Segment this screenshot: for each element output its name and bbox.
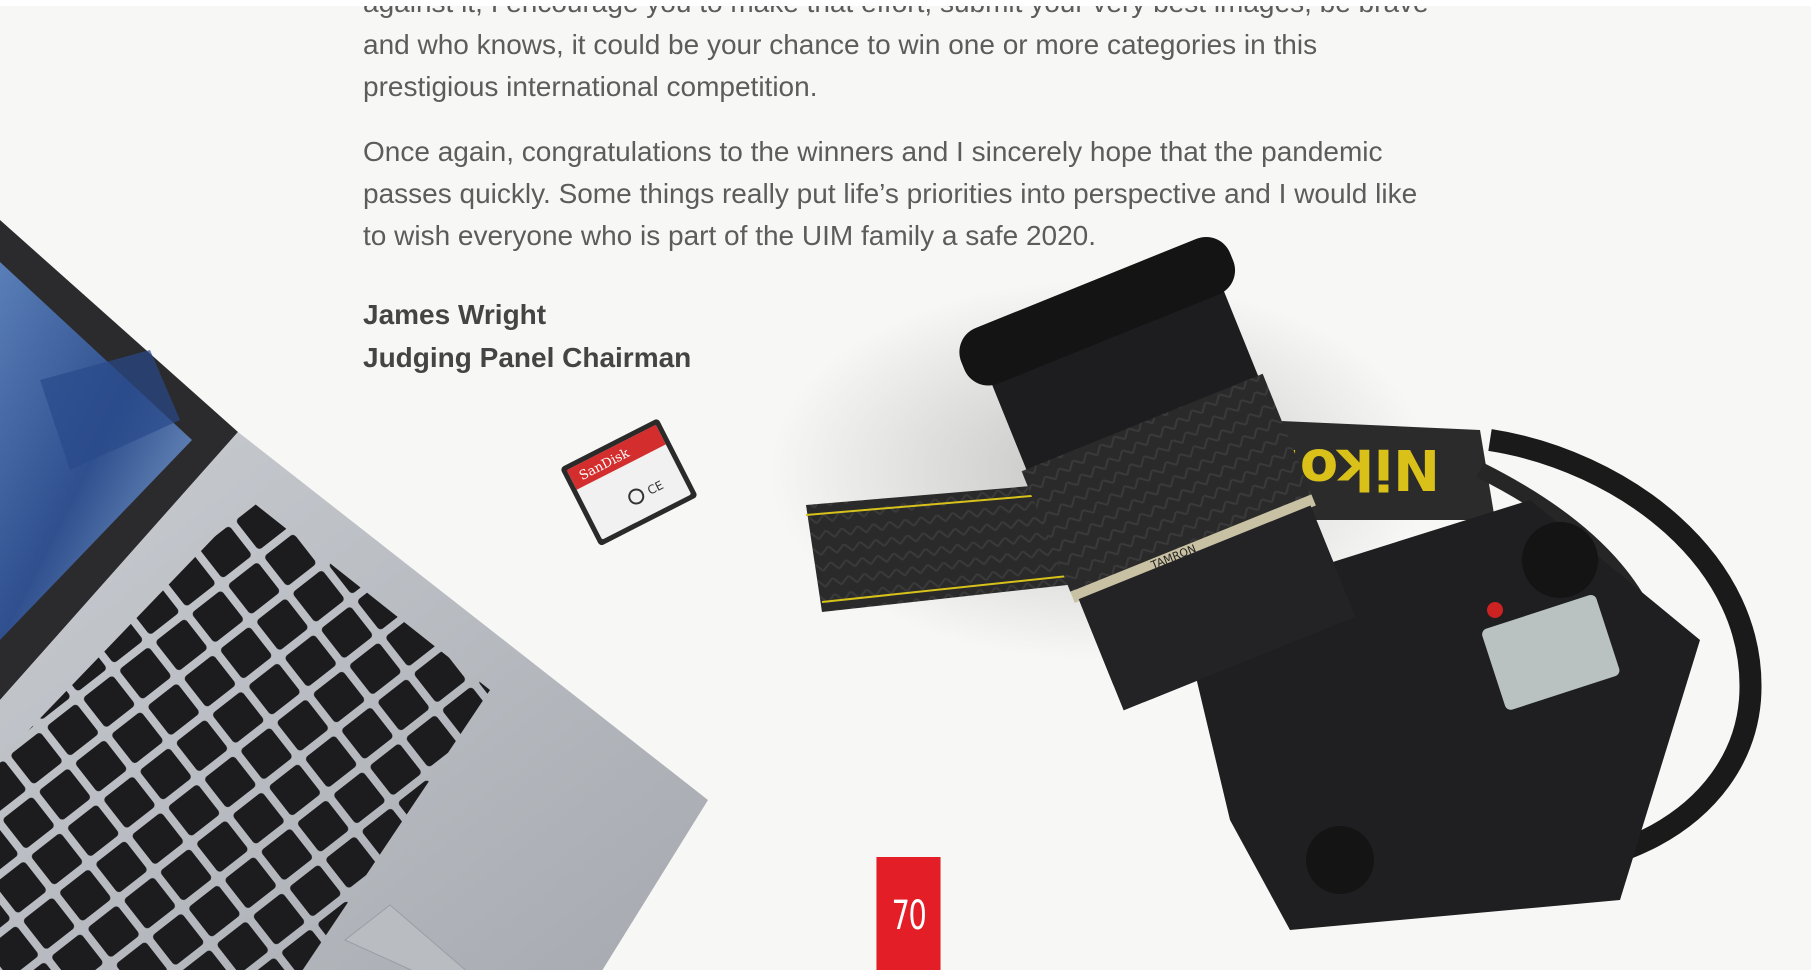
page-number: 70: [876, 857, 941, 974]
laptop-camera-photo: SanDisk CE Nikon TAMRON: [0, 220, 1762, 974]
bottom-edge: [0, 970, 1811, 974]
sd-card-image: SanDisk CE: [561, 419, 697, 546]
laptop-image: [0, 220, 708, 974]
top-edge: [0, 0, 1811, 6]
document-page: against it, I encourage you to make that…: [0, 0, 1811, 974]
